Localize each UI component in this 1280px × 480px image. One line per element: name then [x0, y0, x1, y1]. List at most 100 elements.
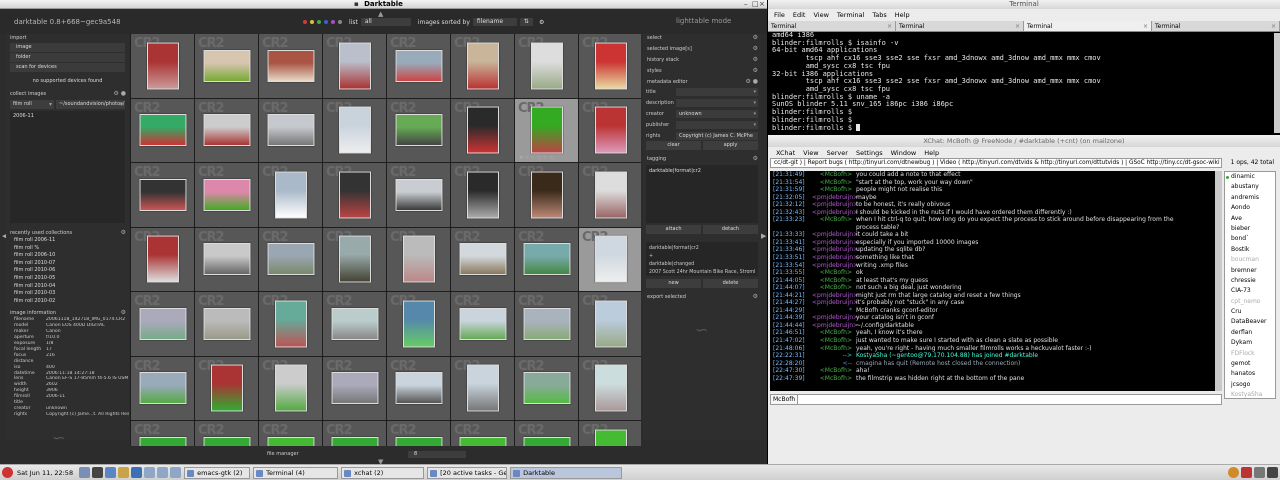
message-nick[interactable]: <pmjdebruijn>: [812, 239, 858, 247]
recent-item[interactable]: film roll 2010-02: [6, 298, 129, 306]
thumbnail[interactable]: CR2: [387, 421, 450, 446]
thumbnail[interactable]: CR2: [195, 421, 258, 446]
styles-section-header[interactable]: styles ⚙: [643, 67, 761, 75]
message-nick[interactable]: <pmjdebruijn>: [812, 254, 858, 262]
export-gear-icon[interactable]: ⚙: [753, 293, 758, 301]
message-nick[interactable]: *: [812, 307, 856, 315]
tagging-section-header[interactable]: tagging ⚙: [643, 155, 761, 163]
menu-window[interactable]: Window: [891, 149, 917, 157]
message-nick[interactable]: <pmjdebruijn>: [812, 209, 858, 217]
message-nick[interactable]: <McBofh>: [812, 179, 856, 187]
collect-path-field[interactable]: ~/soundandvision/photos/: [56, 100, 125, 109]
workspace-4-icon[interactable]: [170, 467, 182, 478]
workspace-3-icon[interactable]: [157, 467, 169, 478]
user-list-item[interactable]: bieber: [1225, 224, 1275, 234]
thumbnail[interactable]: CR2: [579, 34, 641, 98]
menu-server[interactable]: Server: [827, 149, 848, 157]
message-nick[interactable]: <McBofh>: [812, 216, 856, 224]
message-nick[interactable]: <pmjdebruijn>: [812, 299, 858, 307]
user-list-item[interactable]: gemot: [1225, 359, 1275, 369]
color-label-purple-icon[interactable]: [331, 20, 335, 24]
metadata-description-field[interactable]: [676, 98, 758, 107]
taskbar-task-button[interactable]: [20 active tasks - Getti...: [427, 466, 508, 479]
tab-close-icon[interactable]: ×: [1271, 21, 1276, 32]
user-list-item[interactable]: bremner: [1225, 266, 1275, 276]
xchat-titlebar[interactable]: XChat: McBofh @ FreeNode / #darktable (+…: [768, 135, 1280, 147]
nick-button[interactable]: McBofh: [770, 394, 798, 405]
thumbnail[interactable]: CR2: [451, 227, 514, 291]
history-stack-section-header[interactable]: history stack ⚙: [643, 56, 761, 64]
terminal-tab[interactable]: Terminal ×: [768, 21, 896, 31]
color-label-yellow-icon[interactable]: [310, 20, 314, 24]
thumbnail[interactable]: CR2: [259, 292, 322, 356]
message-nick[interactable]: <McBofh>: [812, 367, 856, 375]
collapse-top-arrow-icon[interactable]: ▲: [378, 10, 383, 18]
terminal-tab[interactable]: Terminal ×: [896, 21, 1024, 31]
user-list-item[interactable]: hanatos: [1225, 369, 1275, 379]
color-label-green-icon[interactable]: [317, 20, 321, 24]
color-label-blue-icon[interactable]: [324, 20, 328, 24]
export-section-header[interactable]: export selected ⚙: [643, 293, 761, 301]
thumbnail[interactable]: CR2: [579, 227, 641, 291]
message-nick[interactable]: <pmjdebruijn>: [812, 201, 858, 209]
terminal-tab-active[interactable]: Terminal ×: [1024, 21, 1152, 31]
user-list-item[interactable]: Bostik: [1225, 245, 1275, 255]
thumbnail[interactable]: CR2: [259, 34, 322, 98]
collect-list-item[interactable]: 2006-11: [13, 113, 122, 119]
taskbar-task-button[interactable]: emacs-gtk (2): [184, 466, 251, 479]
terminal-scrollbar[interactable]: [1274, 33, 1280, 133]
tag-dictionary-item[interactable]: darktable|format|cr2: [649, 245, 755, 253]
tag-delete-button[interactable]: delete: [703, 279, 758, 288]
tag-attach-button[interactable]: attach: [646, 225, 701, 234]
window-menu-icon[interactable]: ▪: [354, 0, 359, 9]
thumbnail[interactable]: CR2: [323, 227, 386, 291]
message-nick[interactable]: <--: [812, 360, 856, 368]
chat-scrollbar[interactable]: [1215, 171, 1222, 391]
attached-tag-item[interactable]: darktable|format|cr2: [649, 168, 755, 174]
thumbnail[interactable]: CR2: [259, 356, 322, 420]
thumbnail[interactable]: CR2: [131, 421, 194, 446]
message-nick[interactable]: <McBofh>: [812, 284, 856, 292]
message-nick[interactable]: <pmjdebruijn>: [812, 292, 858, 300]
thumbnail[interactable]: CR2: [515, 227, 578, 291]
thumbnail[interactable]: CR2: [323, 292, 386, 356]
thumbnail[interactable]: CR2: [195, 356, 258, 420]
menu-settings[interactable]: Settings: [856, 149, 883, 157]
close-icon[interactable]: ×: [759, 0, 765, 9]
message-nick[interactable]: <McBofh>: [812, 186, 856, 194]
thumbnail[interactable]: CR2: [323, 421, 386, 446]
recent-gear-icon[interactable]: ⚙: [121, 229, 126, 237]
message-nick[interactable]: [812, 224, 856, 232]
message-nick[interactable]: <pmjdebruijn>: [812, 246, 858, 254]
color-label-gray-icon[interactable]: [338, 20, 342, 24]
tag-new-button[interactable]: new: [646, 279, 701, 288]
user-list-item[interactable]: boucman: [1225, 255, 1275, 265]
selected-images-gear-icon[interactable]: ⚙: [753, 45, 758, 53]
thumbnail[interactable]: CR2: [451, 292, 514, 356]
thumbnail[interactable]: CR2: [579, 292, 641, 356]
thumbnail[interactable]: CR2: [579, 163, 641, 227]
thumbnail[interactable]: CR2: [387, 356, 450, 420]
color-label-red-icon[interactable]: [303, 20, 307, 24]
thumbnail[interactable]: CR2: [579, 421, 641, 446]
menu-xchat[interactable]: XChat: [776, 149, 795, 157]
tag-dictionary-item[interactable]: darktable|changed: [649, 261, 755, 269]
network-icon[interactable]: [1267, 467, 1278, 478]
selected-images-section-header[interactable]: selected image[s] ⚙: [643, 45, 761, 53]
thumbnail[interactable]: CR2: [387, 163, 450, 227]
recent-item[interactable]: film roll 2006-11: [6, 237, 129, 245]
thumbnail[interactable]: CR2: [579, 98, 641, 162]
thumbnail[interactable]: CR2: [387, 227, 450, 291]
channel-topic-field[interactable]: cc/dt-git ) | Report bugs ( http://tinyu…: [770, 158, 1222, 168]
zoom-entry[interactable]: 8: [408, 451, 466, 458]
message-nick[interactable]: <McBofh>: [812, 269, 856, 277]
sort-select[interactable]: filename: [472, 18, 517, 26]
collect-criterion-select[interactable]: film roll: [10, 100, 54, 109]
import-folder-button[interactable]: folder: [10, 53, 125, 62]
metadata-apply-button[interactable]: apply: [703, 141, 758, 150]
user-list-item[interactable]: Dykam: [1225, 338, 1275, 348]
tag-detach-button[interactable]: detach: [703, 225, 758, 234]
thumbnail[interactable]: CR2: [451, 34, 514, 98]
terminal-output[interactable]: amd64 i386 blinder:filmrolls $ isainfo -v…: [768, 31, 1280, 133]
metadata-title-field[interactable]: [676, 87, 758, 96]
